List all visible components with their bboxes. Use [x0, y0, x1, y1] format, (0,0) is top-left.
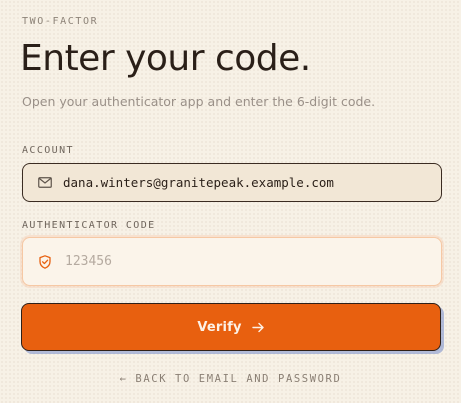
back-to-password-link[interactable]: ← BACK TO EMAIL AND PASSWORD — [0, 373, 461, 385]
code-input[interactable] — [65, 254, 405, 269]
account-label: ACCOUNT — [22, 145, 74, 156]
shield-icon — [37, 254, 53, 270]
arrow-right-icon — [251, 322, 265, 333]
verify-label: Verify — [197, 319, 242, 335]
verify-button[interactable]: Verify — [21, 303, 441, 351]
page-title: Enter your code. — [20, 38, 311, 79]
page-subtitle: Open your authenticator app and enter th… — [22, 94, 376, 109]
eyebrow-label: TWO-FACTOR — [22, 16, 99, 27]
account-email: dana.winters@granitepeak.example.com — [63, 175, 334, 190]
account-field: dana.winters@granitepeak.example.com — [22, 163, 442, 202]
code-field[interactable] — [22, 237, 442, 286]
mail-icon — [37, 175, 53, 191]
code-label: AUTHENTICATOR CODE — [22, 220, 156, 231]
